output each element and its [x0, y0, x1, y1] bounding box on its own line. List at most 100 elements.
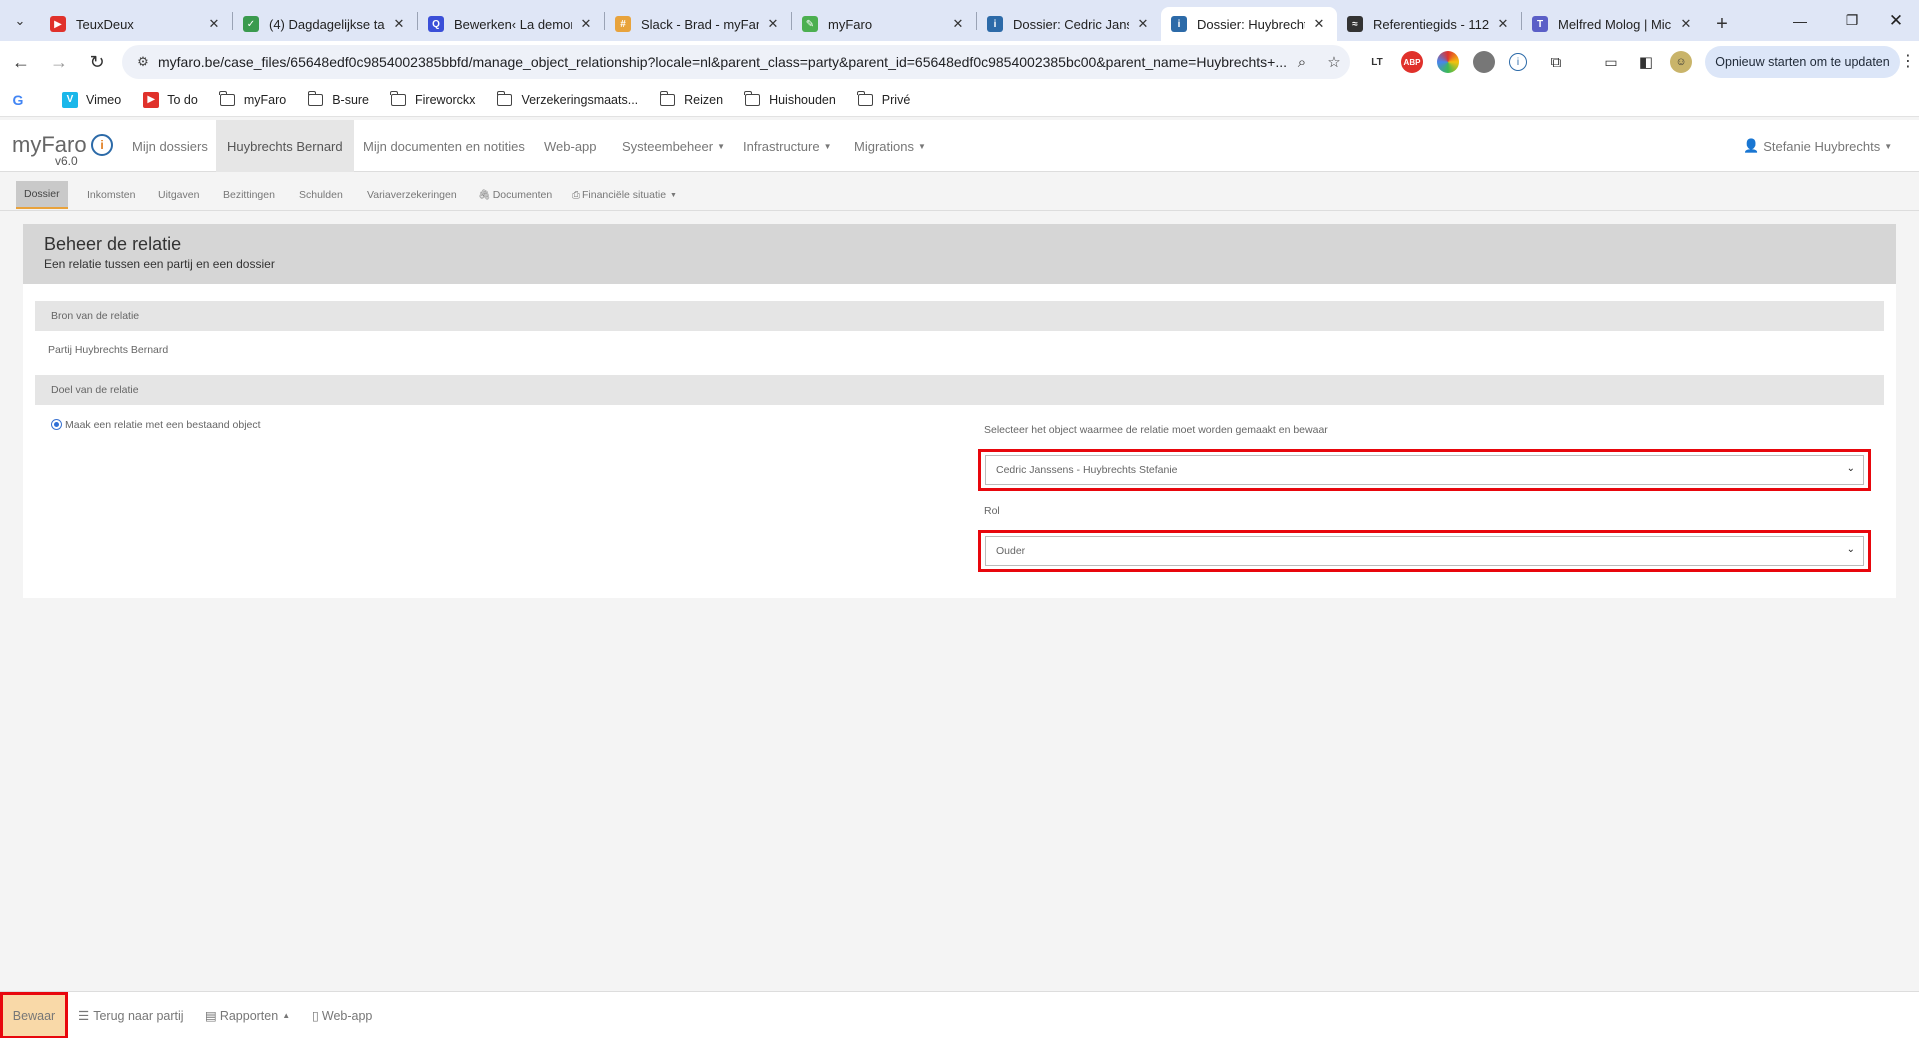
extensions-puzzle-icon[interactable]: ⧉ — [1545, 51, 1567, 73]
browser-tab[interactable]: ▶ TeuxDeux ✕ — [40, 7, 232, 41]
subnav-item-label: Bezittingen — [223, 189, 275, 201]
close-tab-icon[interactable]: ✕ — [1311, 16, 1327, 32]
slack-icon: # — [615, 16, 631, 32]
user-menu[interactable]: 👤 Stefanie Huybrechts ▼ — [1733, 120, 1902, 172]
browser-tab[interactable]: T Melfred Molog | Micr ✕ — [1522, 7, 1704, 41]
update-button[interactable]: Opnieuw starten om te updaten — [1705, 46, 1900, 78]
subnav-item[interactable]: 🖇 Documenten — [470, 181, 560, 209]
mobile-icon: ▯ — [312, 1009, 319, 1023]
bookmark-item[interactable]: V Vimeo — [62, 91, 121, 108]
existing-object-radio[interactable] — [51, 419, 62, 430]
back-to-party-link[interactable]: ☰ Terug naar partij — [78, 992, 184, 1038]
bookmark-item[interactable]: myFaro — [219, 90, 287, 107]
tab-search-chevron-icon[interactable]: ⌄ — [0, 0, 40, 41]
bookmark-item[interactable]: Verzekeringsmaats... — [496, 90, 638, 107]
url-text[interactable]: myfaro.be/case_files/65648edf0c985400238… — [158, 54, 1286, 70]
subnav-item[interactable]: ⎙ Financiële situatie ▼ — [564, 181, 685, 209]
subnav-item-label: Uitgaven — [158, 189, 200, 201]
save-button[interactable]: Bewaar — [0, 992, 68, 1038]
bookmark-item[interactable]: ▶ To do — [143, 91, 198, 108]
browser-tab[interactable]: # Slack - Brad - myFaro ✕ — [605, 7, 791, 41]
subnav-item[interactable]: Inkomsten — [79, 181, 143, 209]
close-window-icon[interactable]: ✕ — [1873, 0, 1919, 41]
nav-item[interactable]: Huybrechts Bernard — [216, 120, 354, 172]
close-tab-icon[interactable]: ✕ — [206, 16, 222, 32]
nav-item[interactable]: Systeembeheer ▼ — [612, 120, 735, 172]
close-tab-icon[interactable]: ✕ — [1135, 16, 1151, 32]
browser-tab[interactable]: ✎ myFaro ✕ — [792, 7, 976, 41]
bookmark-item[interactable]: Fireworckx — [390, 90, 475, 107]
more-menu-icon[interactable]: ⋮ — [1900, 51, 1916, 71]
role-select-value: Ouder — [996, 545, 1026, 557]
subnav-item[interactable]: Variaverzekeringen — [359, 181, 465, 209]
subnav-item[interactable]: Bezittingen — [215, 181, 283, 209]
bookmark-star-icon[interactable]: ☆ — [1318, 53, 1350, 71]
close-tab-icon[interactable]: ✕ — [765, 16, 781, 32]
browser-tab[interactable]: ✓ (4) Dagdagelijkse tak ✕ — [233, 7, 417, 41]
subnav-item[interactable]: Schulden — [291, 181, 351, 209]
subnav-item[interactable]: Uitgaven — [150, 181, 207, 209]
minimize-icon[interactable]: — — [1777, 0, 1823, 41]
back-arrow-icon[interactable]: ← — [4, 45, 38, 79]
tab-title: Slack - Brad - myFaro — [641, 16, 759, 32]
browser-tab[interactable]: i Dossier: Huybrechts B ✕ — [1161, 7, 1337, 41]
myfaro-extension-icon[interactable]: i — [1509, 53, 1527, 71]
google-icon: G — [12, 91, 24, 108]
bookmark-item[interactable]: B-sure — [307, 90, 369, 107]
caret-down-icon: ▼ — [1884, 141, 1893, 151]
webapp-link[interactable]: ▯ Web-app — [312, 992, 372, 1038]
side-panel-icon[interactable]: ◧ — [1635, 51, 1657, 73]
caret-down-icon: ▼ — [670, 191, 677, 199]
subnav-item-label: Dossier — [24, 188, 60, 200]
folder-icon — [659, 90, 676, 106]
teuxdeux-icon: ▶ — [50, 16, 66, 32]
teams-icon: T — [1532, 16, 1548, 32]
check-icon: ✓ — [243, 16, 259, 32]
folder-icon — [219, 90, 235, 106]
bookmark-item[interactable]: Reizen — [659, 90, 723, 107]
site-info-icon[interactable]: ⚙ — [128, 54, 158, 70]
paperclip-icon: 🖇 — [478, 189, 491, 201]
extension-lt-icon[interactable]: LT — [1366, 51, 1388, 73]
subnav-item-label: Schulden — [299, 189, 343, 201]
close-tab-icon[interactable]: ✕ — [578, 16, 594, 32]
object-select[interactable]: Cedric Janssens - Huybrechts Stefanie ⌄ — [985, 455, 1864, 485]
reports-menu[interactable]: ▤ Rapporten ▲ — [205, 992, 290, 1038]
zoom-icon[interactable]: ⌕ — [1286, 54, 1318, 71]
nav-item[interactable]: Mijn dossiers — [122, 120, 218, 172]
browser-tab[interactable]: Q Bewerken‹ La demons ✕ — [418, 7, 604, 41]
browser-tab[interactable]: i Dossier: Cedric Janss ✕ — [977, 7, 1161, 41]
subnav-item-label: Documenten — [492, 189, 553, 201]
bookmark-item[interactable]: Huishouden — [744, 90, 836, 107]
cast-icon[interactable]: ▭ — [1600, 51, 1622, 73]
bookmark-item[interactable]: Privé — [857, 90, 910, 107]
new-tab-button[interactable]: + — [1704, 7, 1740, 41]
case-file-subnav: Dossier Inkomsten Uitgaven Bezittingen Schul… — [0, 173, 1919, 211]
forward-arrow-icon[interactable]: → — [42, 45, 76, 79]
color-picker-icon[interactable] — [1437, 51, 1459, 73]
existing-object-radio-label[interactable]: Maak een relatie met een bestaand object — [65, 419, 261, 431]
close-tab-icon[interactable]: ✕ — [950, 16, 966, 32]
close-tab-icon[interactable]: ✕ — [1495, 16, 1511, 32]
bookmarks-bar: G V Vimeo ▶ To do myFaro B-sure Fireworckx Verz… — [0, 83, 1919, 117]
adblock-icon[interactable]: ABP — [1401, 51, 1423, 73]
nav-item[interactable]: Infrastructure ▼ — [733, 120, 842, 172]
profile-avatar-icon[interactable]: ☺ — [1670, 51, 1692, 73]
address-bar[interactable]: ⚙ myfaro.be/case_files/65648edf0c9854002… — [122, 45, 1350, 79]
nav-item[interactable]: Web-app — [534, 120, 607, 172]
browser-tab-strip: ⌄ ▶ TeuxDeux ✕ ✓ (4) Dagdagelijkse tak ✕ Q Bewe… — [0, 0, 1919, 41]
subnav-item[interactable]: Dossier — [16, 181, 68, 209]
browser-tab[interactable]: ≈ Referentiegids - 112 ✕ — [1337, 7, 1521, 41]
reload-icon[interactable]: ↻ — [80, 45, 114, 79]
bookmark-label: myFaro — [243, 92, 287, 107]
nav-item[interactable]: Migrations ▼ — [844, 120, 936, 172]
role-select[interactable]: Ouder ⌄ — [985, 536, 1864, 566]
nav-item-label: Mijn documenten en notities — [363, 138, 525, 154]
restore-icon[interactable]: ❐ — [1829, 0, 1875, 41]
tab-title: Referentiegids - 112 — [1373, 16, 1489, 32]
extension-circle-icon[interactable] — [1473, 51, 1495, 73]
nav-item[interactable]: Mijn documenten en notities — [353, 120, 535, 172]
close-tab-icon[interactable]: ✕ — [1678, 16, 1694, 32]
close-tab-icon[interactable]: ✕ — [391, 16, 407, 32]
google-bookmark[interactable]: G — [10, 92, 40, 108]
